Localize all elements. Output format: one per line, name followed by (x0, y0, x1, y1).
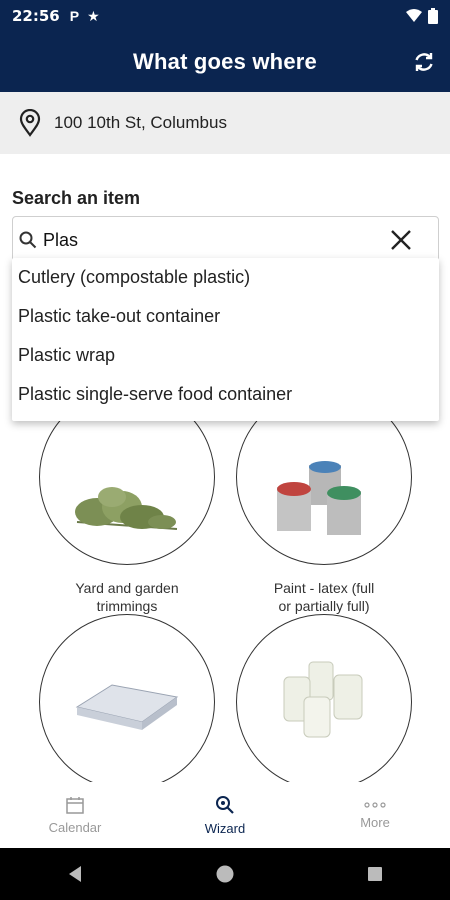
more-icon (364, 801, 386, 808)
search-input[interactable] (43, 229, 363, 251)
wifi-icon (406, 9, 422, 22)
glass-jars-icon (283, 661, 363, 738)
item-card-glass-jars[interactable] (236, 614, 412, 790)
item-caption-line: Paint - latex (full (273, 580, 375, 596)
clear-search-button[interactable] (390, 229, 414, 253)
recents-button[interactable] (300, 866, 450, 882)
page-title: What goes where (133, 49, 317, 74)
item-caption-line: trimmings (96, 598, 158, 614)
battery-icon (428, 8, 438, 24)
nav-label: Calendar (48, 819, 102, 835)
back-icon (69, 866, 81, 882)
nav-more[interactable]: More (300, 782, 450, 848)
nav-label: More (360, 814, 390, 830)
home-button[interactable] (150, 864, 300, 884)
system-navigation-bar (0, 848, 450, 900)
suggestion-item[interactable]: Cutlery (compostable plastic) (12, 258, 439, 297)
plant-icon (75, 487, 178, 530)
suggestion-item[interactable]: Plastic take-out container (12, 297, 439, 336)
location-pin-icon (19, 109, 41, 137)
nav-label: Wizard (204, 820, 246, 836)
refresh-button[interactable] (410, 48, 438, 76)
mattress-icon (75, 684, 179, 730)
item-card-latex-paint[interactable]: Paint - latex (full or partially full) (236, 389, 412, 615)
suggestions-dropdown: Cutlery (compostable plastic) Plastic ta… (12, 258, 439, 421)
calendar-icon (66, 796, 84, 814)
item-card-mattress[interactable] (39, 614, 215, 790)
app-bar: What goes where (0, 32, 450, 92)
home-icon (216, 865, 234, 883)
paint-cans-icon (277, 461, 361, 535)
search-box (12, 216, 439, 264)
parking-notification-icon: P (69, 8, 80, 24)
status-bar: 22:56 P ★ (0, 0, 450, 32)
suggestion-item[interactable]: Plastic wrap (12, 336, 439, 375)
item-image-circle (236, 614, 412, 790)
close-icon (391, 230, 411, 250)
nav-calendar[interactable]: Calendar (0, 782, 150, 848)
search-wizard-icon (216, 795, 234, 814)
item-card-yard-trimmings[interactable]: Yard and garden trimmings (39, 389, 215, 615)
search-icon (19, 231, 37, 249)
search-label: Search an item (12, 188, 141, 208)
item-caption-line: Yard and garden (75, 580, 179, 596)
recents-icon (368, 867, 382, 881)
suggestion-item[interactable]: Plastic single-serve food container (12, 375, 439, 414)
refresh-icon (415, 53, 433, 71)
star-icon: ★ (87, 7, 100, 24)
location-bar[interactable]: 100 10th St, Columbus (0, 92, 450, 154)
nav-wizard[interactable]: Wizard (150, 782, 300, 848)
address-text: 100 10th St, Columbus (54, 113, 227, 132)
back-button[interactable] (0, 865, 150, 883)
item-caption-line: or partially full) (278, 598, 370, 614)
bottom-navigation: Calendar Wizard More (0, 782, 450, 848)
item-image-circle (39, 614, 215, 790)
status-time: 22:56 (12, 7, 60, 25)
